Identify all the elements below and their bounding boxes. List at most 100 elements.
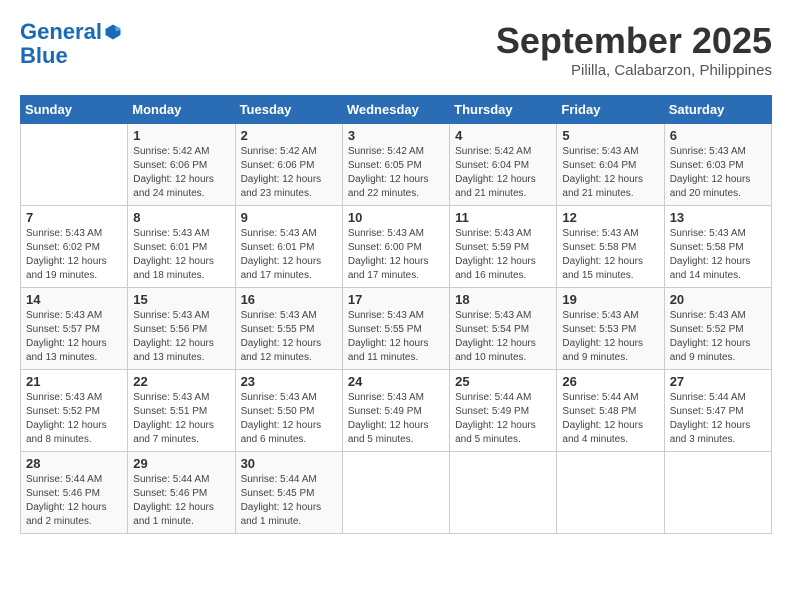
day-info: Sunrise: 5:43 AM Sunset: 5:49 PM Dayligh… [348, 391, 444, 447]
calendar-cell: 9 Sunrise: 5:43 AM Sunset: 6:01 PM Daylig… [235, 206, 342, 288]
calendar-cell: 18 Sunrise: 5:43 AM Sunset: 5:54 PM Dayli… [450, 288, 557, 370]
day-info: Sunrise: 5:43 AM Sunset: 5:51 PM Dayligh… [133, 391, 229, 447]
calendar-cell: 15 Sunrise: 5:43 AM Sunset: 5:56 PM Dayli… [128, 288, 235, 370]
calendar-cell: 26Sunrise: 5:44 AM Sunset: 5:48 PM Dayli… [557, 370, 664, 452]
day-info: Sunrise: 5:43 AM Sunset: 6:01 PM Dayligh… [133, 227, 229, 283]
calendar-cell: 21 Sunrise: 5:43 AM Sunset: 5:52 PM Dayli… [21, 370, 128, 452]
day-info: Sunrise: 5:43 AM Sunset: 5:54 PM Dayligh… [455, 309, 551, 365]
day-info: Sunrise: 5:43 AM Sunset: 6:01 PM Dayligh… [241, 227, 337, 283]
month-title: September 2025 [496, 20, 772, 62]
day-number: 6 [670, 128, 766, 143]
day-number: 19 [562, 292, 658, 307]
calendar-cell: 11 Sunrise: 5:43 AM Sunset: 5:59 PM Dayli… [450, 206, 557, 288]
day-number: 13 [670, 210, 766, 225]
calendar-cell: 4 Sunrise: 5:42 AM Sunset: 6:04 PM Daylig… [450, 124, 557, 206]
calendar-cell: 17 Sunrise: 5:43 AM Sunset: 5:55 PM Dayli… [342, 288, 449, 370]
day-number: 4 [455, 128, 551, 143]
day-number: 1 [133, 128, 229, 143]
calendar-cell: 29 Sunrise: 5:44 AM Sunset: 5:46 PM Dayli… [128, 452, 235, 534]
day-number: 20 [670, 292, 766, 307]
day-info: Sunrise: 5:43 AM Sunset: 6:04 PM Dayligh… [562, 145, 658, 201]
weekday-header-friday: Friday [557, 96, 664, 124]
calendar-cell: 20 Sunrise: 5:43 AM Sunset: 5:52 PM Dayli… [664, 288, 771, 370]
weekday-header-tuesday: Tuesday [235, 96, 342, 124]
calendar-cell [557, 452, 664, 534]
day-info: Sunrise: 5:43 AM Sunset: 5:57 PM Dayligh… [26, 309, 122, 365]
day-number: 2 [241, 128, 337, 143]
day-number: 18 [455, 292, 551, 307]
calendar-table: SundayMondayTuesdayWednesdayThursdayFrid… [20, 95, 772, 534]
day-info: Sunrise: 5:43 AM Sunset: 5:52 PM Dayligh… [670, 309, 766, 365]
day-info: Sunrise: 5:43 AM Sunset: 5:59 PM Dayligh… [455, 227, 551, 283]
day-number: 24 [348, 374, 444, 389]
day-number: 12 [562, 210, 658, 225]
day-number: 30 [241, 456, 337, 471]
day-info: Sunrise: 5:43 AM Sunset: 5:58 PM Dayligh… [562, 227, 658, 283]
location-title: Pililla, Calabarzon, Philippines [496, 62, 772, 79]
calendar-cell: 16 Sunrise: 5:43 AM Sunset: 5:55 PM Dayli… [235, 288, 342, 370]
calendar-cell: 13Sunrise: 5:43 AM Sunset: 5:58 PM Dayli… [664, 206, 771, 288]
day-info: Sunrise: 5:43 AM Sunset: 5:55 PM Dayligh… [241, 309, 337, 365]
logo-blue: Blue [20, 44, 68, 68]
calendar-cell: 3Sunrise: 5:42 AM Sunset: 6:05 PM Daylig… [342, 124, 449, 206]
calendar-cell: 7 Sunrise: 5:43 AM Sunset: 6:02 PM Daylig… [21, 206, 128, 288]
day-number: 27 [670, 374, 766, 389]
calendar-cell: 23 Sunrise: 5:43 AM Sunset: 5:50 PM Dayli… [235, 370, 342, 452]
calendar-cell: 25 Sunrise: 5:44 AM Sunset: 5:49 PM Dayli… [450, 370, 557, 452]
day-number: 5 [562, 128, 658, 143]
day-number: 23 [241, 374, 337, 389]
weekday-header-sunday: Sunday [21, 96, 128, 124]
calendar-cell [664, 452, 771, 534]
day-number: 3 [348, 128, 444, 143]
day-number: 25 [455, 374, 551, 389]
weekday-header-saturday: Saturday [664, 96, 771, 124]
calendar-cell: 10Sunrise: 5:43 AM Sunset: 6:00 PM Dayli… [342, 206, 449, 288]
week-row-4: 21 Sunrise: 5:43 AM Sunset: 5:52 PM Dayli… [21, 370, 772, 452]
day-number: 22 [133, 374, 229, 389]
day-number: 7 [26, 210, 122, 225]
logo-general: General [20, 20, 102, 44]
day-info: Sunrise: 5:43 AM Sunset: 6:02 PM Dayligh… [26, 227, 122, 283]
weekday-header-monday: Monday [128, 96, 235, 124]
week-row-5: 28Sunrise: 5:44 AM Sunset: 5:46 PM Dayli… [21, 452, 772, 534]
title-area: September 2025 Pililla, Calabarzon, Phil… [496, 20, 772, 79]
day-number: 8 [133, 210, 229, 225]
day-number: 21 [26, 374, 122, 389]
day-number: 9 [241, 210, 337, 225]
calendar-cell [21, 124, 128, 206]
day-info: Sunrise: 5:42 AM Sunset: 6:04 PM Dayligh… [455, 145, 551, 201]
day-info: Sunrise: 5:43 AM Sunset: 5:53 PM Dayligh… [562, 309, 658, 365]
day-info: Sunrise: 5:43 AM Sunset: 6:03 PM Dayligh… [670, 145, 766, 201]
weekday-header-row: SundayMondayTuesdayWednesdayThursdayFrid… [21, 96, 772, 124]
day-info: Sunrise: 5:44 AM Sunset: 5:46 PM Dayligh… [26, 473, 122, 529]
day-info: Sunrise: 5:44 AM Sunset: 5:49 PM Dayligh… [455, 391, 551, 447]
day-number: 14 [26, 292, 122, 307]
calendar-cell: 2Sunrise: 5:42 AM Sunset: 6:06 PM Daylig… [235, 124, 342, 206]
day-info: Sunrise: 5:44 AM Sunset: 5:46 PM Dayligh… [133, 473, 229, 529]
day-info: Sunrise: 5:43 AM Sunset: 5:55 PM Dayligh… [348, 309, 444, 365]
logo-icon [104, 23, 122, 41]
day-number: 17 [348, 292, 444, 307]
calendar-cell: 12 Sunrise: 5:43 AM Sunset: 5:58 PM Dayli… [557, 206, 664, 288]
day-number: 15 [133, 292, 229, 307]
calendar-cell [450, 452, 557, 534]
day-info: Sunrise: 5:43 AM Sunset: 5:50 PM Dayligh… [241, 391, 337, 447]
day-number: 16 [241, 292, 337, 307]
calendar-cell: 19 Sunrise: 5:43 AM Sunset: 5:53 PM Dayli… [557, 288, 664, 370]
day-info: Sunrise: 5:43 AM Sunset: 5:52 PM Dayligh… [26, 391, 122, 447]
day-info: Sunrise: 5:43 AM Sunset: 5:56 PM Dayligh… [133, 309, 229, 365]
weekday-header-thursday: Thursday [450, 96, 557, 124]
calendar-cell: 5 Sunrise: 5:43 AM Sunset: 6:04 PM Daylig… [557, 124, 664, 206]
calendar-cell: 22 Sunrise: 5:43 AM Sunset: 5:51 PM Dayli… [128, 370, 235, 452]
calendar-cell: 27Sunrise: 5:44 AM Sunset: 5:47 PM Dayli… [664, 370, 771, 452]
calendar-cell: 30Sunrise: 5:44 AM Sunset: 5:45 PM Dayli… [235, 452, 342, 534]
day-number: 29 [133, 456, 229, 471]
calendar-cell [342, 452, 449, 534]
calendar-cell: 1Sunrise: 5:42 AM Sunset: 6:06 PM Daylig… [128, 124, 235, 206]
day-number: 11 [455, 210, 551, 225]
day-number: 10 [348, 210, 444, 225]
calendar-cell: 28Sunrise: 5:44 AM Sunset: 5:46 PM Dayli… [21, 452, 128, 534]
week-row-2: 7 Sunrise: 5:43 AM Sunset: 6:02 PM Daylig… [21, 206, 772, 288]
calendar-cell: 14 Sunrise: 5:43 AM Sunset: 5:57 PM Dayli… [21, 288, 128, 370]
week-row-1: 1Sunrise: 5:42 AM Sunset: 6:06 PM Daylig… [21, 124, 772, 206]
